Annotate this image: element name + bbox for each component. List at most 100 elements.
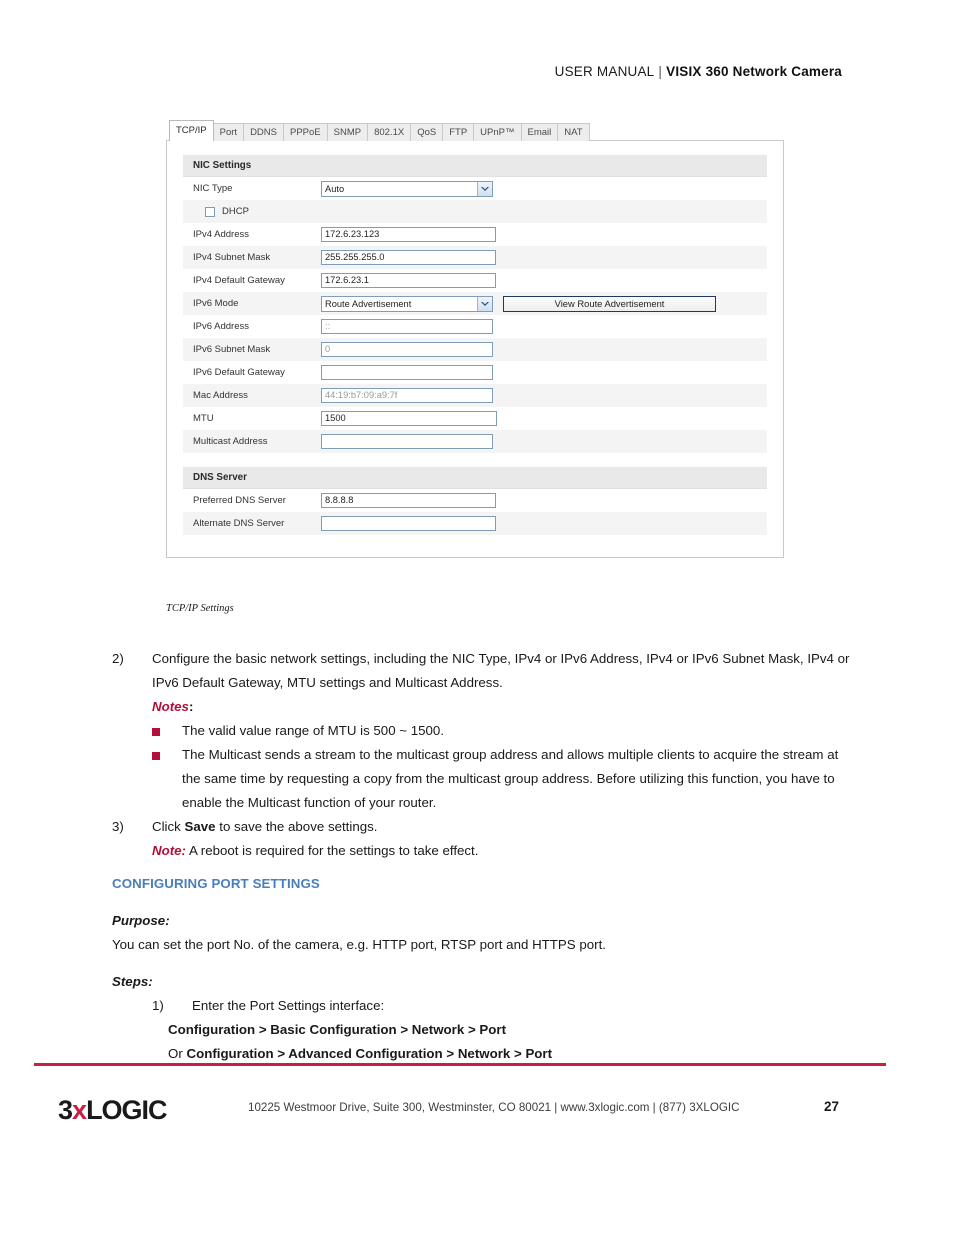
notes-heading: Notes: <box>152 695 852 719</box>
chevron-down-icon[interactable] <box>477 181 492 196</box>
note-text: A reboot is required for the settings to… <box>185 843 479 858</box>
logo-3: 3 <box>58 1095 73 1125</box>
row-ipv6-subnet-mask: IPv6 Subnet Mask 0 <box>183 338 767 361</box>
multicast-address-label: Multicast Address <box>193 436 268 447</box>
step-1: 1) Enter the Port Settings interface: <box>152 994 852 1018</box>
section-spacer <box>183 453 767 467</box>
nic-settings-section-title: NIC Settings <box>183 155 767 177</box>
nic-type-select[interactable]: Auto <box>321 180 493 197</box>
tcpip-settings-panel: NIC Settings NIC Type Auto DHCP IPv4 Add… <box>166 140 784 558</box>
ipv6-subnet-mask-label: IPv6 Subnet Mask <box>193 344 271 355</box>
row-ipv6-address: IPv6 Address :: <box>183 315 767 338</box>
list-item: The valid value range of MTU is 500 ~ 15… <box>152 719 852 743</box>
ipv4-subnet-mask-label: IPv4 Subnet Mask <box>193 252 271 263</box>
page-body: 2) Configure the basic network settings,… <box>112 647 852 1066</box>
notes-colon: : <box>188 699 194 714</box>
ipv4-default-gateway-input[interactable]: 172.6.23.1 <box>321 273 496 288</box>
purpose-label: Purpose: <box>112 913 170 928</box>
tab-port[interactable]: Port <box>212 123 245 141</box>
bullet-square-icon <box>152 719 182 743</box>
ipv6-default-gateway-input[interactable] <box>321 365 493 380</box>
step-1-text: Enter the Port Settings interface: <box>192 998 385 1013</box>
dns-server-rows: Preferred DNS Server 8.8.8.8 Alternate D… <box>183 489 767 535</box>
mtu-input[interactable]: 1500 <box>321 411 497 426</box>
page-header-label: USER MANUAL <box>554 64 655 79</box>
steps-label: Steps: <box>112 974 153 989</box>
tab-email[interactable]: Email <box>520 123 559 141</box>
dns-server-section-title: DNS Server <box>183 467 767 489</box>
dhcp-checkbox[interactable] <box>205 206 215 217</box>
row-mac-address: Mac Address 44:19:b7:09:a9:7f <box>183 384 767 407</box>
step-2-text: Configure the basic network settings, in… <box>152 651 850 690</box>
tcpip-settings-figure: TCP/IP Port DDNS PPPoE SNMP 802.1X QoS F… <box>166 120 784 558</box>
brand-logo: 3xLOGIC <box>58 1095 168 1126</box>
breadcrumb-path-advanced-text: Configuration > Advanced Configuration >… <box>186 1046 553 1061</box>
step-3-save-keyword: Save <box>184 819 216 834</box>
step-3-pre: Click <box>152 819 185 834</box>
nic-settings-rows: NIC Type Auto DHCP IPv4 Address 172.6.23… <box>183 177 767 453</box>
preferred-dns-input[interactable]: 8.8.8.8 <box>321 493 496 508</box>
ipv6-default-gateway-label: IPv6 Default Gateway <box>193 367 285 378</box>
row-ipv6-mode: IPv6 Mode Route Advertisement View Route… <box>183 292 767 315</box>
section-heading-configuring-port-settings: CONFIGURING PORT SETTINGS <box>112 876 320 891</box>
ipv6-mode-select[interactable]: Route Advertisement <box>321 295 493 312</box>
bullet-text: The valid value range of MTU is 500 ~ 15… <box>182 723 445 738</box>
ipv6-mode-label: IPv6 Mode <box>193 298 239 309</box>
preferred-dns-label: Preferred DNS Server <box>193 495 286 506</box>
breadcrumb-or-prefix: Or <box>168 1046 187 1061</box>
row-multicast-address: Multicast Address <box>183 430 767 453</box>
row-dhcp: DHCP <box>183 200 767 223</box>
step-3: 3) Click Save to save the above settings… <box>112 815 852 839</box>
step-2: 2) Configure the basic network settings,… <box>112 647 852 695</box>
page-number: 27 <box>824 1099 840 1114</box>
alternate-dns-input[interactable] <box>321 516 496 531</box>
ipv6-address-input[interactable]: :: <box>321 319 493 334</box>
row-ipv4-address: IPv4 Address 172.6.23.123 <box>183 223 767 246</box>
note-label: Note: <box>152 843 186 858</box>
ipv6-address-label: IPv6 Address <box>193 321 249 332</box>
ipv6-subnet-mask-input[interactable]: 0 <box>321 342 493 357</box>
breadcrumb-path-basic: Configuration > Basic Configuration > Ne… <box>168 1022 506 1037</box>
notes-label: Notes <box>152 699 189 714</box>
page-header-separator: | <box>658 64 663 79</box>
footer-divider <box>34 1063 886 1066</box>
notes-bullets: The valid value range of MTU is 500 ~ 15… <box>152 719 852 815</box>
note-line: Note: A reboot is required for the setti… <box>152 839 852 863</box>
ipv4-address-input[interactable]: 172.6.23.123 <box>321 227 496 242</box>
tab-qos[interactable]: QoS <box>410 123 444 141</box>
tab-8021x[interactable]: 802.1X <box>367 123 412 141</box>
step-2-number: 2) <box>112 651 124 666</box>
tab-nat[interactable]: NAT <box>557 123 590 141</box>
row-alternate-dns: Alternate DNS Server <box>183 512 767 535</box>
mtu-label: MTU <box>193 413 214 424</box>
ipv4-address-label: IPv4 Address <box>193 229 249 240</box>
row-mtu: MTU 1500 <box>183 407 767 430</box>
multicast-address-input[interactable] <box>321 434 493 449</box>
nic-type-value: Auto <box>325 183 345 194</box>
step-1-number: 1) <box>152 998 164 1013</box>
nic-type-label: NIC Type <box>193 183 233 194</box>
tab-upnp[interactable]: UPnP™ <box>473 123 522 141</box>
tab-pppoe[interactable]: PPPoE <box>282 123 328 141</box>
tab-tcpip[interactable]: TCP/IP <box>169 120 214 141</box>
row-ipv4-subnet-mask: IPv4 Subnet Mask 255.255.255.0 <box>183 246 767 269</box>
view-route-advertisement-button[interactable]: View Route Advertisement <box>503 295 716 312</box>
purpose-text: You can set the port No. of the camera, … <box>112 937 606 952</box>
tab-snmp[interactable]: SNMP <box>326 123 369 141</box>
row-ipv6-default-gateway: IPv6 Default Gateway <box>183 361 767 384</box>
chevron-down-icon[interactable] <box>477 296 492 311</box>
logo-x: x <box>72 1095 87 1125</box>
page-header-product: VISIX 360 Network Camera <box>666 64 842 79</box>
alternate-dns-label: Alternate DNS Server <box>193 518 285 529</box>
mac-address-label: Mac Address <box>193 390 248 401</box>
tab-ddns[interactable]: DDNS <box>243 123 284 141</box>
tab-ftp[interactable]: FTP <box>442 123 475 141</box>
step-3-post: to save the above settings. <box>215 819 378 834</box>
ipv4-subnet-mask-input[interactable]: 255.255.255.0 <box>321 250 496 265</box>
settings-tabbar: TCP/IP Port DDNS PPPoE SNMP 802.1X QoS F… <box>166 120 784 141</box>
logo-logic: LOGIC <box>86 1095 167 1125</box>
bullet-square-icon <box>152 743 182 815</box>
step-3-number: 3) <box>112 819 124 834</box>
footer-address: 10225 Westmoor Drive, Suite 300, Westmin… <box>248 1101 740 1114</box>
list-item: The Multicast sends a stream to the mult… <box>152 743 852 815</box>
